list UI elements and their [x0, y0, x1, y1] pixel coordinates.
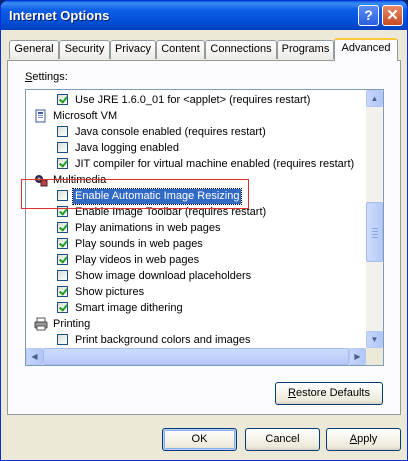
setting-label: Show image download placeholders: [75, 270, 252, 282]
scroll-left-button[interactable]: ◀: [26, 348, 43, 365]
tab-privacy[interactable]: Privacy: [110, 40, 156, 59]
setting-label: Play sounds in web pages: [75, 238, 203, 250]
checkbox[interactable]: [57, 142, 68, 153]
tab-advanced[interactable]: Advanced: [334, 38, 398, 61]
title-bar[interactable]: Internet Options ? ✕: [1, 1, 407, 30]
vertical-scroll-thumb[interactable]: [366, 202, 383, 262]
setting-checkbox-row[interactable]: Java console enabled (requires restart): [26, 125, 366, 141]
checkbox[interactable]: [57, 334, 68, 345]
tab-programs[interactable]: Programs: [277, 40, 334, 59]
scroll-down-button[interactable]: ▼: [366, 331, 383, 348]
checkbox[interactable]: [57, 158, 68, 169]
internet-options-window: Internet Options ? ✕ General Security Pr…: [0, 0, 408, 461]
checkbox[interactable]: [57, 270, 68, 281]
settings-label: Settings:: [25, 71, 68, 83]
setting-checkbox-row[interactable]: Print background colors and images: [26, 333, 366, 349]
setting-label: Print background colors and images: [75, 334, 251, 346]
restore-defaults-button[interactable]: Restore Defaults: [275, 382, 383, 405]
setting-label: JIT compiler for virtual machine enabled…: [75, 158, 355, 170]
setting-category-row: Printing: [26, 317, 366, 333]
checkbox[interactable]: [57, 286, 68, 297]
setting-label: Java logging enabled: [75, 142, 179, 154]
cancel-button[interactable]: Cancel: [245, 428, 320, 451]
setting-checkbox-row[interactable]: Smart image dithering: [26, 301, 366, 317]
category-label: Printing: [53, 318, 91, 330]
setting-checkbox-row[interactable]: Show pictures: [26, 285, 366, 301]
checkbox[interactable]: [57, 126, 68, 137]
close-button[interactable]: ✕: [382, 5, 403, 26]
setting-checkbox-row[interactable]: Play animations in web pages: [26, 221, 366, 237]
advanced-panel: Settings: Use JRE 1.6.0_01 for <applet> …: [7, 60, 401, 415]
setting-checkbox-row[interactable]: Java logging enabled: [26, 141, 366, 157]
setting-label: Play animations in web pages: [75, 222, 221, 234]
printer-icon: [34, 317, 48, 331]
scrollbar-corner: [366, 348, 383, 365]
checkbox[interactable]: [57, 94, 68, 105]
setting-checkbox-row[interactable]: Play sounds in web pages: [26, 237, 366, 253]
horizontal-scroll-thumb[interactable]: [43, 348, 349, 365]
tab-general[interactable]: General: [9, 40, 59, 59]
horizontal-scrollbar[interactable]: ◀ ▶: [26, 348, 366, 365]
microsoft-vm-icon: [34, 109, 48, 123]
setting-checkbox-row[interactable]: Use JRE 1.6.0_01 for <applet> (requires …: [26, 93, 366, 109]
setting-label: Show pictures: [75, 286, 145, 298]
annotation-highlight-box: [21, 179, 249, 209]
window-title: Internet Options: [9, 8, 110, 23]
category-label: Microsoft VM: [53, 110, 118, 122]
settings-list[interactable]: Use JRE 1.6.0_01 for <applet> (requires …: [25, 89, 384, 366]
setting-checkbox-row[interactable]: Play videos in web pages: [26, 253, 366, 269]
scroll-up-button[interactable]: ▲: [366, 90, 383, 107]
apply-button[interactable]: Apply: [326, 428, 401, 451]
setting-checkbox-row[interactable]: Show image download placeholders: [26, 269, 366, 285]
checkbox[interactable]: [57, 238, 68, 249]
setting-category-row: Microsoft VM: [26, 109, 366, 125]
tab-content[interactable]: Content: [156, 40, 205, 59]
setting-label: Use JRE 1.6.0_01 for <applet> (requires …: [75, 94, 311, 106]
scroll-right-button[interactable]: ▶: [349, 348, 366, 365]
setting-label: Smart image dithering: [75, 302, 183, 314]
checkbox[interactable]: [57, 222, 68, 233]
setting-checkbox-row[interactable]: JIT compiler for virtual machine enabled…: [26, 157, 366, 173]
setting-label: Play videos in web pages: [75, 254, 200, 266]
setting-label: Java console enabled (requires restart): [75, 126, 266, 138]
checkbox[interactable]: [57, 302, 68, 313]
vertical-scrollbar[interactable]: ▲ ▼: [366, 90, 383, 348]
tab-connections[interactable]: Connections: [205, 40, 277, 59]
tab-security[interactable]: Security: [59, 40, 110, 59]
help-button[interactable]: ?: [358, 5, 379, 26]
checkbox[interactable]: [57, 254, 68, 265]
ok-button[interactable]: OK: [162, 428, 237, 451]
